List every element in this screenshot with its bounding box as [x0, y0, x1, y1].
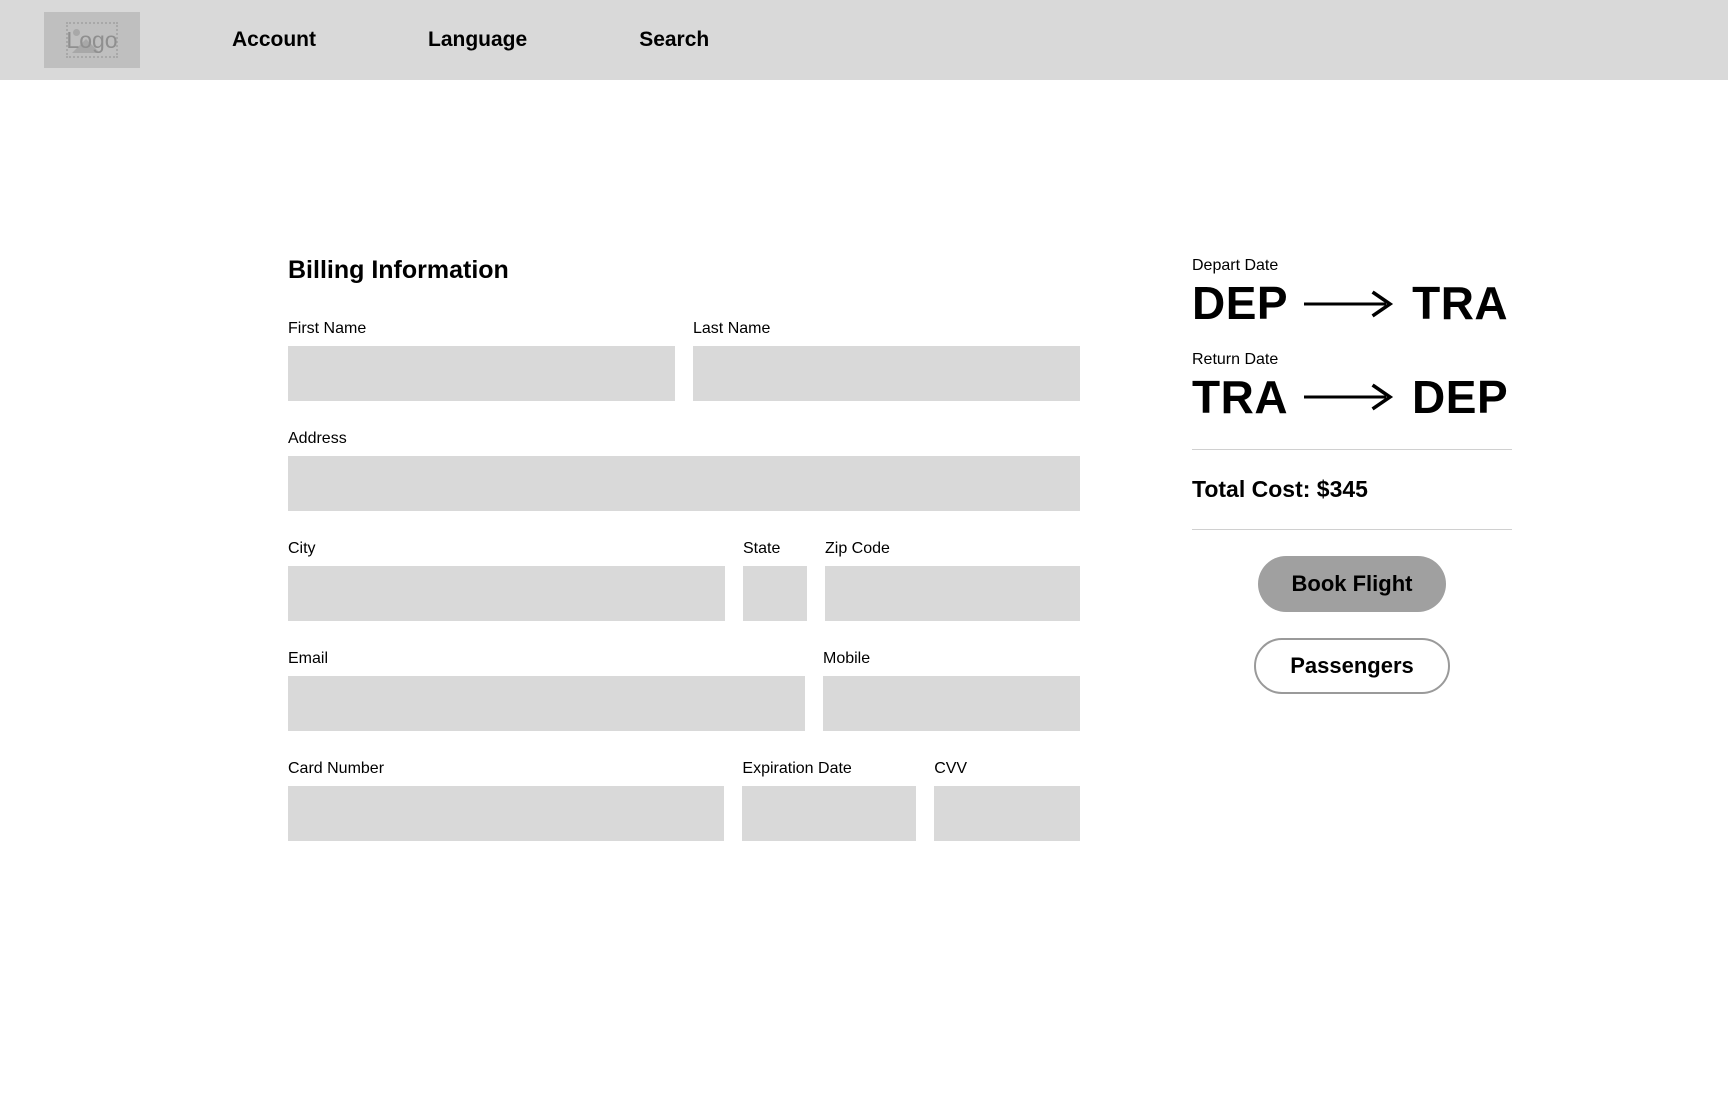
divider-bottom: [1192, 529, 1512, 531]
return-destination-code: DEP: [1412, 370, 1509, 423]
top-navbar: Logo Account Language Search: [0, 0, 1728, 80]
mobile-input[interactable]: [823, 676, 1080, 731]
depart-origin-code: DEP: [1192, 277, 1289, 329]
expiration-date-label: Expiration Date: [742, 760, 852, 777]
nav-link-search[interactable]: Search: [639, 28, 709, 52]
field-expiration-date: Expiration Date: [742, 759, 917, 841]
billing-information-form: Billing Information First Name Last Name…: [288, 256, 1080, 869]
depart-route: DEP TRA: [1192, 277, 1512, 330]
passengers-button[interactable]: Passengers: [1254, 638, 1450, 695]
return-route: TRA DEP: [1192, 370, 1512, 424]
divider-top: [1192, 449, 1512, 451]
return-date-label: Return Date: [1192, 350, 1279, 368]
cvv-label: CVV: [934, 760, 968, 777]
city-input[interactable]: [288, 566, 725, 621]
return-origin-code: TRA: [1192, 370, 1289, 423]
field-zip-code: Zip Code: [825, 539, 1080, 621]
field-cvv: CVV: [934, 759, 1080, 841]
logo-text: Logo: [66, 26, 118, 53]
zip-code-input[interactable]: [825, 566, 1080, 621]
field-first-name: First Name: [288, 319, 675, 401]
book-flight-button[interactable]: Book Flight: [1257, 556, 1447, 613]
logo[interactable]: Logo: [44, 12, 140, 68]
form-row-city-state-zip: City State Zip Code: [288, 539, 1080, 621]
arrow-right-icon: [1302, 289, 1398, 319]
form-row-name: First Name Last Name: [288, 319, 1080, 401]
arrow-right-icon: [1302, 382, 1398, 412]
field-city: City: [288, 539, 725, 621]
email-label: Email: [288, 650, 329, 667]
nav-links: Account Language Search: [232, 28, 709, 52]
state-label: State: [743, 540, 781, 557]
expiration-date-input[interactable]: [742, 786, 917, 841]
page-body: Billing Information First Name Last Name…: [0, 80, 1728, 1117]
cvv-input[interactable]: [934, 786, 1080, 841]
form-row-address: Address: [288, 429, 1080, 511]
field-state: State: [743, 539, 807, 621]
total-cost: Total Cost: $345: [1192, 476, 1368, 503]
nav-link-account[interactable]: Account: [232, 28, 316, 52]
field-address: Address: [288, 429, 1080, 511]
field-card-number: Card Number: [288, 759, 725, 841]
form-row-contact: Email Mobile: [288, 649, 1080, 731]
nav-link-language[interactable]: Language: [428, 28, 527, 52]
last-name-input[interactable]: [693, 346, 1080, 401]
flight-summary-panel: Depart Date DEP TRA Return Date TRA DEP …: [1192, 256, 1512, 695]
depart-date-label: Depart Date: [1192, 257, 1279, 274]
last-name-label: Last Name: [693, 320, 771, 337]
page-title: Billing Information: [288, 256, 509, 284]
depart-destination-code: TRA: [1412, 277, 1509, 329]
return-section: Return Date TRA DEP: [1192, 350, 1512, 424]
zip-code-label: Zip Code: [825, 540, 890, 557]
field-email: Email: [288, 649, 805, 731]
summary-actions: Book Flight Passengers: [1192, 556, 1512, 695]
state-input[interactable]: [743, 566, 807, 621]
email-input[interactable]: [288, 676, 805, 731]
form-row-payment: Card Number Expiration Date CVV: [288, 759, 1080, 841]
mobile-label: Mobile: [823, 650, 871, 667]
card-number-input[interactable]: [288, 786, 725, 841]
address-label: Address: [288, 430, 347, 447]
first-name-input[interactable]: [288, 346, 675, 401]
depart-section: Depart Date DEP TRA: [1192, 256, 1512, 330]
card-number-label: Card Number: [288, 760, 385, 777]
first-name-label: First Name: [288, 320, 367, 337]
field-mobile: Mobile: [823, 649, 1080, 731]
city-label: City: [288, 540, 316, 557]
field-last-name: Last Name: [693, 319, 1080, 401]
address-input[interactable]: [288, 456, 1080, 511]
